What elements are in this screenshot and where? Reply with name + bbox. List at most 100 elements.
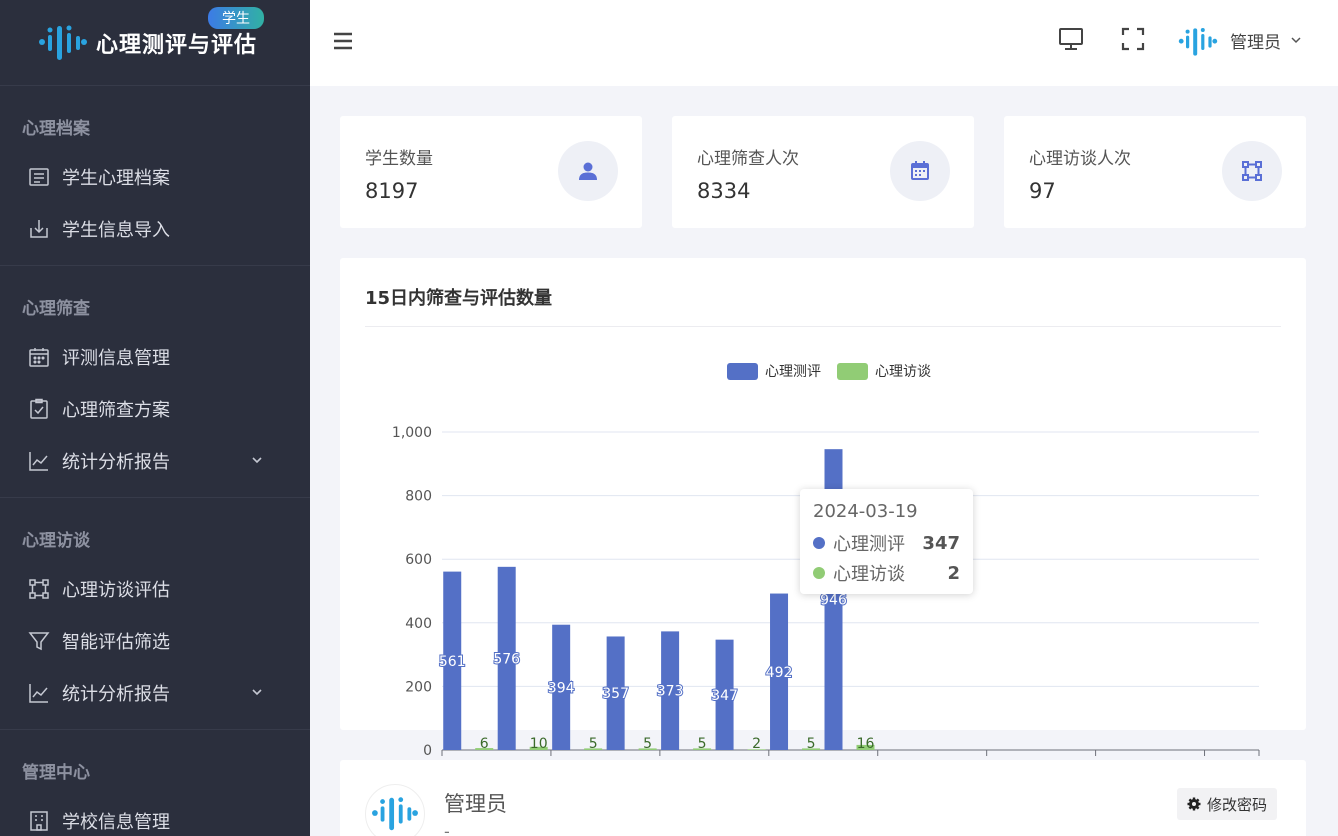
menu-group-title: 管理中心 — [22, 763, 90, 783]
bar-data-label: 5 — [698, 736, 707, 752]
import-icon — [30, 220, 48, 238]
sidebar-item-screening-report[interactable]: 统计分析报告 — [0, 435, 310, 487]
y-tick-label: 0 — [423, 743, 432, 759]
chevron-down-icon[interactable] — [1290, 34, 1302, 46]
sidebar-item-interview-report[interactable]: 统计分析报告 — [0, 667, 310, 719]
change-password-label: 修改密码 — [1207, 795, 1268, 814]
stat-label: 学生数量 — [365, 149, 433, 169]
stat-value: 8197 — [365, 179, 419, 203]
stat-card-screening: 心理筛查人次 8334 — [672, 116, 974, 228]
sidebar-item-label: 学生信息导入 — [62, 220, 170, 241]
filter-icon — [28, 632, 50, 651]
top-header: 管理员 — [310, 0, 1338, 86]
stat-label: 心理筛查人次 — [697, 149, 799, 169]
sidebar-item-smart-filter[interactable]: 智能评估筛选 — [0, 615, 310, 667]
gear-icon — [1187, 797, 1201, 811]
sidebar-item-label: 学校信息管理 — [62, 812, 170, 833]
building-icon — [30, 811, 48, 831]
sidebar-item-student-archive[interactable]: 学生心理档案 — [0, 151, 310, 203]
header-user-name[interactable]: 管理员 — [1230, 28, 1281, 53]
brand-logo-icon — [372, 797, 418, 831]
user-card-subtitle: - — [444, 822, 450, 836]
fullscreen-icon[interactable] — [1120, 26, 1146, 52]
stat-label: 心理访谈人次 — [1029, 149, 1131, 169]
y-tick-label: 200 — [405, 679, 432, 695]
stat-icon-wrap — [558, 141, 618, 201]
clipboard-check-icon — [30, 398, 48, 419]
bar-data-label: 10 — [530, 736, 548, 752]
user-card-name: 管理员 — [444, 792, 507, 816]
bar-data-label: 394 — [548, 680, 575, 696]
legend-swatch — [837, 363, 868, 380]
tooltip-date: 2024-03-19 — [813, 501, 918, 522]
bar-data-label: 373 — [657, 684, 684, 700]
tooltip-series-value: 2 — [947, 562, 960, 584]
stat-card-students: 学生数量 8197 — [340, 116, 642, 228]
y-tick-label: 800 — [405, 489, 432, 505]
bar-data-label: 5 — [589, 736, 598, 752]
bar-data-label: 946 — [820, 593, 847, 609]
sidebar-item-screening-plan[interactable]: 心理筛查方案 — [0, 383, 310, 435]
menu-toggle-icon[interactable] — [332, 30, 354, 52]
brand: 心理测评与评估 学生 — [0, 0, 310, 86]
tooltip-row: 心理测评 347 — [813, 528, 960, 558]
y-tick-label: 400 — [405, 616, 432, 632]
sidebar-item-school-info[interactable]: 学校信息管理 — [0, 795, 310, 836]
stat-card-interview: 心理访谈人次 97 — [1004, 116, 1306, 228]
nodes-icon — [29, 579, 49, 599]
brand-logo-icon — [39, 25, 87, 60]
calendar-icon — [29, 348, 49, 367]
chevron-down-icon — [252, 457, 262, 464]
tooltip-series-name: 心理测评 — [833, 534, 905, 555]
legend-label: 心理访谈 — [875, 364, 931, 380]
tooltip-series-value: 347 — [922, 532, 960, 554]
bar-data-label: 5 — [807, 736, 816, 752]
menu-group-title: 心理访谈 — [22, 531, 90, 551]
chart-tooltip: 2024-03-19 心理测评 347 心理访谈 2 — [800, 489, 973, 594]
sidebar-item-student-import[interactable]: 学生信息导入 — [0, 203, 310, 255]
sidebar-item-label: 统计分析报告 — [62, 452, 170, 473]
sidebar-item-assessment-info[interactable]: 评测信息管理 — [0, 331, 310, 383]
menu-group-screening: 心理筛查 评测信息管理 心理筛查方案 统计分析报告 — [0, 266, 310, 498]
bar-data-label: 2 — [752, 736, 761, 752]
monitor-icon[interactable] — [1058, 26, 1084, 52]
bar-data-label: 492 — [766, 665, 793, 681]
sidebar-item-label: 心理筛查方案 — [62, 400, 170, 421]
series-dot-icon — [813, 537, 825, 549]
bar-data-label: 5 — [643, 736, 652, 752]
sidebar-item-label: 评测信息管理 — [62, 348, 170, 369]
menu-group-admin: 管理中心 学校信息管理 — [0, 730, 310, 836]
chevron-down-icon — [252, 689, 262, 696]
change-password-button[interactable]: 修改密码 — [1177, 788, 1278, 820]
nodes-icon — [1242, 161, 1262, 181]
tooltip-row: 心理访谈 2 — [813, 558, 960, 588]
sidebar-item-label: 心理访谈评估 — [62, 580, 170, 601]
sidebar-item-label: 统计分析报告 — [62, 684, 170, 705]
user-card: 管理员 - 修改密码 — [340, 760, 1306, 836]
brand-title: 心理测评与评估 — [96, 32, 258, 58]
bar-data-label: 561 — [439, 654, 466, 670]
y-tick-label: 1,000 — [392, 425, 432, 441]
sidebar-item-label: 学生心理档案 — [62, 168, 170, 189]
panel-divider — [365, 326, 1281, 327]
stat-icon-wrap — [890, 141, 950, 201]
bar-data-label: 6 — [480, 736, 489, 752]
menu-group-title: 心理筛查 — [22, 299, 90, 319]
calendar-icon — [911, 161, 929, 180]
menu-group-interview: 心理访谈 心理访谈评估 智能评估筛选 统计分析报告 — [0, 498, 310, 730]
avatar[interactable] — [1178, 22, 1218, 62]
line-chart-icon — [29, 684, 48, 703]
avatar — [365, 784, 425, 836]
bar-data-label: 347 — [711, 688, 738, 704]
sidebar-item-label: 智能评估筛选 — [62, 632, 170, 653]
bar-data-label: 357 — [602, 686, 629, 702]
tooltip-series-name: 心理访谈 — [833, 564, 905, 585]
user-icon — [579, 162, 597, 180]
sidebar-item-interview-eval[interactable]: 心理访谈评估 — [0, 563, 310, 615]
panel-title: 15日内筛查与评估数量 — [365, 288, 553, 309]
bar-data-label: 16 — [857, 736, 875, 752]
document-icon — [29, 168, 49, 186]
bar-data-label: 576 — [493, 651, 520, 667]
stat-icon-wrap — [1222, 141, 1282, 201]
stat-value: 8334 — [697, 179, 751, 203]
